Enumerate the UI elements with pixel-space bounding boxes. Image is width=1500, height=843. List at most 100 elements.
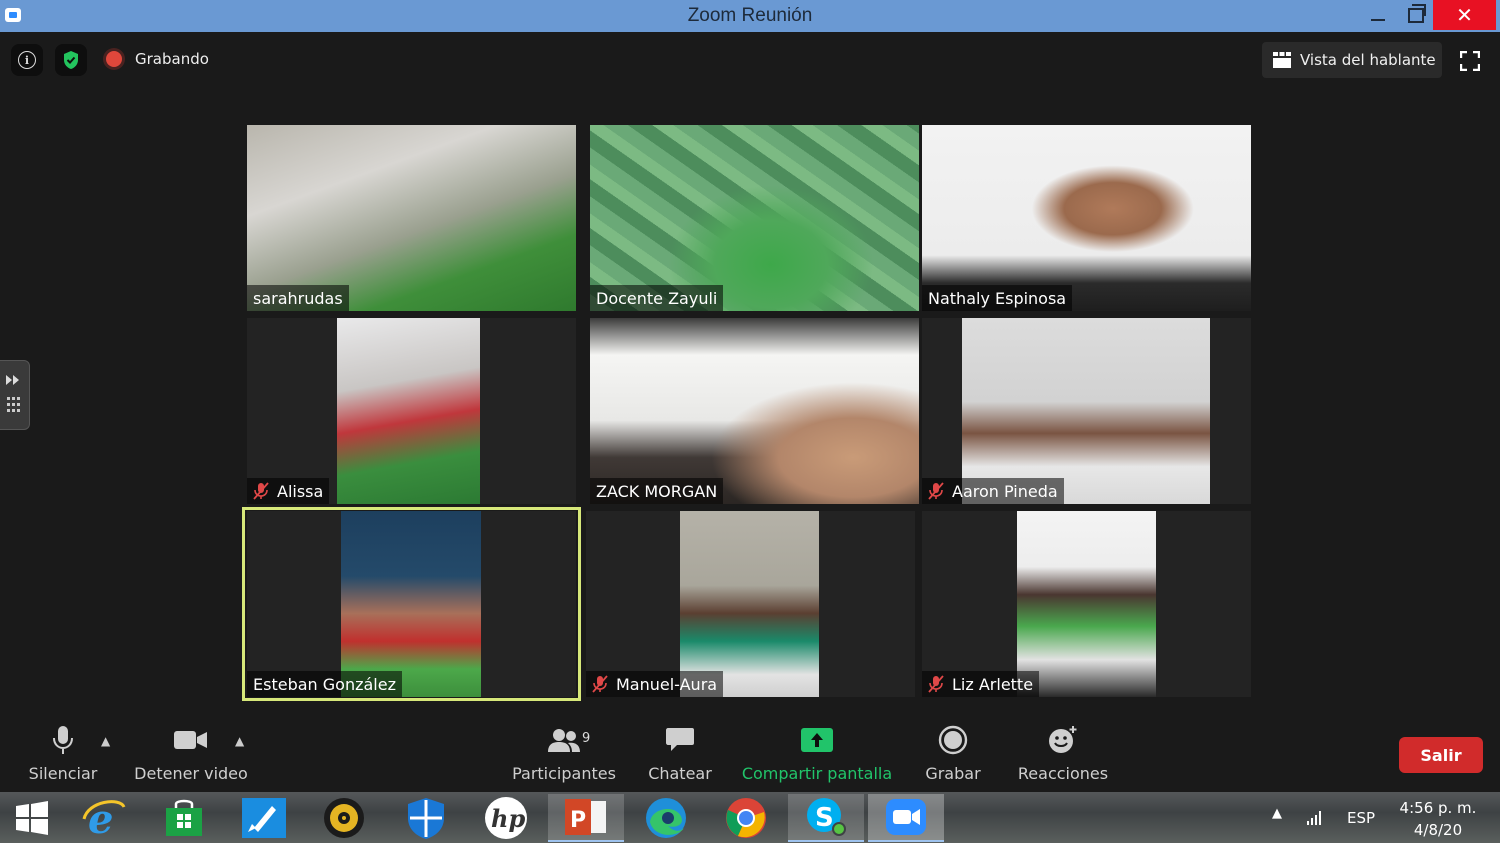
participant-name: ZACK MORGAN <box>596 481 718 501</box>
participant-name: Manuel-Aura <box>616 674 718 694</box>
video-tile[interactable]: Liz Arlette <box>922 511 1251 697</box>
participants-icon <box>548 729 580 752</box>
participant-name-tag: sarahrudas <box>247 285 349 311</box>
meeting-info-button[interactable]: i <box>11 44 43 76</box>
participants-button[interactable]: Participantes <box>512 716 616 792</box>
stop-video-button[interactable]: Detener video <box>132 716 250 792</box>
taskbar-clock[interactable]: 4:56 p. m. 4/8/20 <box>1395 797 1481 841</box>
video-camera-icon <box>174 731 207 749</box>
hp-logo-icon: hp <box>485 797 527 839</box>
share-screen-button[interactable]: Compartir pantalla <box>741 716 893 792</box>
network-signal-icon[interactable] <box>1306 809 1324 825</box>
participant-name-tag: Liz Arlette <box>922 671 1040 697</box>
video-tile[interactable]: Alissa <box>247 318 576 504</box>
windows-logo-icon <box>16 801 48 835</box>
taskbar-store[interactable] <box>146 794 222 842</box>
participant-name-tag: Manuel-Aura <box>586 671 724 697</box>
participant-name-tag: Nathaly Espinosa <box>922 285 1073 311</box>
chat-button[interactable]: Chatear <box>644 716 716 792</box>
taskbar-zoom[interactable] <box>868 794 944 842</box>
info-icon: i <box>18 51 36 69</box>
mute-button[interactable]: Silenciar <box>24 716 102 792</box>
reactions-button[interactable]: Reacciones <box>1018 716 1108 792</box>
fullscreen-icon[interactable] <box>1460 51 1480 71</box>
taskbar-skype[interactable]: S <box>788 794 864 842</box>
restore-icon <box>1408 3 1426 23</box>
participants-count: 9 <box>582 731 591 746</box>
participant-name-tag: Docente Zayuli <box>590 285 724 311</box>
edge-browser-icon <box>646 798 686 838</box>
taskbar-defender[interactable] <box>388 794 464 842</box>
side-panel-toggle[interactable] <box>0 360 30 430</box>
media-player-icon <box>324 798 364 838</box>
security-button[interactable] <box>55 44 87 76</box>
svg-text:S: S <box>815 803 834 833</box>
input-language-indicator[interactable]: ESP <box>1347 809 1375 827</box>
taskbar-powerpoint[interactable]: P <box>548 794 624 842</box>
participant-name-tag: ZACK MORGAN <box>590 478 724 504</box>
record-button[interactable]: Grabar <box>922 716 984 792</box>
participant-name: Nathaly Espinosa <box>928 288 1067 308</box>
taskbar-hp[interactable]: hp <box>468 794 544 842</box>
powerpoint-icon: P <box>565 799 606 835</box>
reactions-label: Reacciones <box>1017 764 1109 783</box>
participant-name-tag: Aaron Pineda <box>922 478 1064 504</box>
video-tile[interactable]: sarahrudas <box>247 125 576 311</box>
internet-explorer-icon: e <box>82 797 126 839</box>
speaker-view-button[interactable]: Vista del hablante <box>1262 42 1442 78</box>
share-screen-label: Compartir pantalla <box>741 764 893 783</box>
clock-date: 4/8/20 <box>1413 821 1463 839</box>
video-tile[interactable]: ZACK MORGAN <box>590 318 919 504</box>
video-tile[interactable]: Manuel-Aura <box>586 511 915 697</box>
show-hidden-icons-chevron-icon[interactable]: ▲ <box>1272 806 1282 821</box>
participant-name: sarahrudas <box>253 288 343 308</box>
taskbar-edge[interactable] <box>628 794 704 842</box>
stop-video-label: Detener video <box>134 764 248 783</box>
meeting-toolbar: Silenciar ▲ Detener video ▲ Participante… <box>0 716 1500 792</box>
muted-mic-icon <box>253 482 269 500</box>
windows-taskbar: e hp P S ▲ ESP <box>0 792 1500 843</box>
taskbar-rocket-app[interactable] <box>226 794 302 842</box>
recording-label: Grabando <box>135 50 209 68</box>
taskbar-media-player[interactable] <box>306 794 382 842</box>
recording-indicator-icon <box>106 51 122 67</box>
shield-check-icon <box>64 51 78 69</box>
video-feed <box>247 125 576 311</box>
video-feed <box>680 511 819 697</box>
chrome-browser-icon <box>726 798 766 838</box>
reactions-smiley-icon <box>1049 726 1077 753</box>
close-button[interactable]: ✕ <box>1433 0 1496 30</box>
video-tile[interactable]: Nathaly Espinosa <box>922 125 1251 311</box>
taskbar-internet-explorer[interactable]: e <box>66 794 142 842</box>
video-tile[interactable]: Docente Zayuli <box>590 125 919 311</box>
video-feed <box>962 318 1210 504</box>
close-icon: ✕ <box>1456 3 1473 27</box>
taskbar-chrome[interactable] <box>708 794 784 842</box>
video-tile[interactable]: Aaron Pineda <box>922 318 1251 504</box>
mute-label: Silenciar <box>28 764 98 783</box>
active-speaker-highlight <box>242 507 581 701</box>
video-options-chevron-icon[interactable]: ▲ <box>235 734 244 748</box>
clock-time: 4:56 p. m. <box>1399 799 1477 817</box>
video-feed <box>922 125 1251 311</box>
muted-mic-icon <box>592 675 608 693</box>
participant-name: Docente Zayuli <box>596 288 718 308</box>
zoom-app-icon <box>886 799 926 835</box>
muted-mic-icon <box>928 675 944 693</box>
video-feed <box>590 318 919 504</box>
start-button[interactable] <box>0 794 64 842</box>
muted-mic-icon <box>928 482 944 500</box>
title-bar: Zoom Reunión ✕ <box>0 0 1500 32</box>
participants-label: Participantes <box>512 764 616 783</box>
audio-options-chevron-icon[interactable]: ▲ <box>101 734 110 748</box>
video-feed <box>590 125 919 311</box>
participant-name: Aaron Pineda <box>952 481 1058 501</box>
svg-text:hp: hp <box>491 804 525 833</box>
grid-view-icon <box>1273 52 1291 68</box>
video-feed <box>337 318 480 504</box>
chat-bubble-icon <box>666 728 694 751</box>
shield-icon <box>408 798 444 839</box>
leave-meeting-button[interactable]: Salir <box>1399 737 1483 773</box>
minimize-icon <box>1371 19 1385 21</box>
microphone-icon <box>53 726 73 754</box>
